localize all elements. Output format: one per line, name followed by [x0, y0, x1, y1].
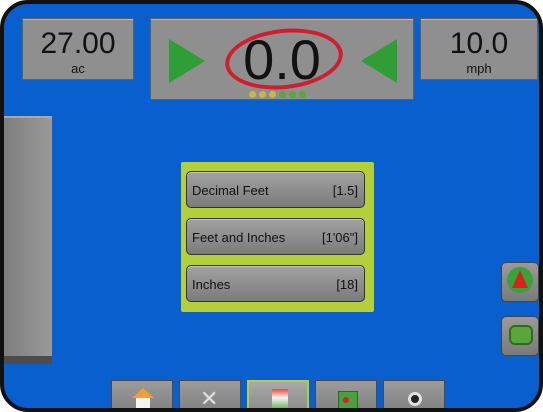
- wrench-screwdriver-icon: ✕: [200, 386, 219, 411]
- led-indicator: [259, 91, 266, 98]
- vehicle-view-icon: [272, 389, 288, 408]
- menu-item-feet-and-inches[interactable]: Feet and Inches [1'06"]: [186, 218, 365, 255]
- steer-right-arrow-icon: [169, 39, 205, 83]
- bottom-toolbar: ✕: [111, 380, 445, 411]
- led-indicator: [289, 91, 296, 98]
- speed-counter[interactable]: 10.0 mph: [420, 18, 538, 80]
- led-indicator: [249, 91, 256, 98]
- guidance-view-icon: [509, 325, 533, 345]
- menu-item-value: [18]: [336, 277, 358, 292]
- area-value: 27.00: [40, 27, 116, 60]
- guidance-screen: 27.00 ac 0.0 10.0 mph Decimal Feet [1.5]…: [0, 0, 543, 412]
- lightbar: 0.0: [150, 18, 414, 100]
- map-button[interactable]: [315, 380, 377, 408]
- area-counter[interactable]: 27.00 ac: [22, 18, 134, 80]
- menu-item-label: Inches: [192, 277, 231, 292]
- units-menu: Decimal Feet [1.5] Feet and Inches [1'06…: [181, 162, 374, 312]
- camera-button[interactable]: [383, 380, 445, 408]
- speed-unit: mph: [466, 61, 492, 76]
- map-marker-icon: [343, 397, 349, 403]
- navigation-icon: [507, 267, 533, 293]
- home-button[interactable]: [111, 380, 173, 408]
- tools-icon: ✕: [200, 386, 222, 411]
- menu-item-value: [1'06"]: [321, 230, 358, 245]
- tools-button[interactable]: ✕: [179, 380, 241, 411]
- camera-lens-icon: [408, 392, 422, 406]
- speed-value: 10.0: [449, 27, 509, 60]
- menu-item-inches[interactable]: Inches [18]: [186, 265, 365, 302]
- menu-item-decimal-feet[interactable]: Decimal Feet [1.5]: [186, 171, 365, 208]
- guidance-button[interactable]: [247, 380, 309, 408]
- navigation-button[interactable]: [501, 262, 539, 302]
- led-indicator: [299, 91, 306, 98]
- guidance-view-button[interactable]: [501, 316, 539, 356]
- left-side-panel[interactable]: [4, 116, 52, 358]
- menu-item-label: Decimal Feet: [192, 183, 269, 198]
- led-indicator: [279, 91, 286, 98]
- north-arrow-icon: [512, 270, 528, 288]
- field-map-icon: [338, 391, 358, 408]
- left-panel-shadow: [4, 356, 52, 364]
- home-roof: [132, 388, 154, 398]
- guidance-icon: [269, 389, 291, 408]
- menu-item-value: [1.5]: [332, 183, 358, 198]
- led-indicator: [269, 91, 276, 98]
- steer-left-arrow-icon: [361, 39, 397, 83]
- map-icon: [336, 388, 358, 408]
- area-unit: ac: [71, 61, 85, 76]
- home-icon: [132, 388, 154, 408]
- menu-item-label: Feet and Inches: [192, 230, 286, 245]
- home-body: [136, 398, 150, 408]
- camera-icon: [404, 388, 426, 408]
